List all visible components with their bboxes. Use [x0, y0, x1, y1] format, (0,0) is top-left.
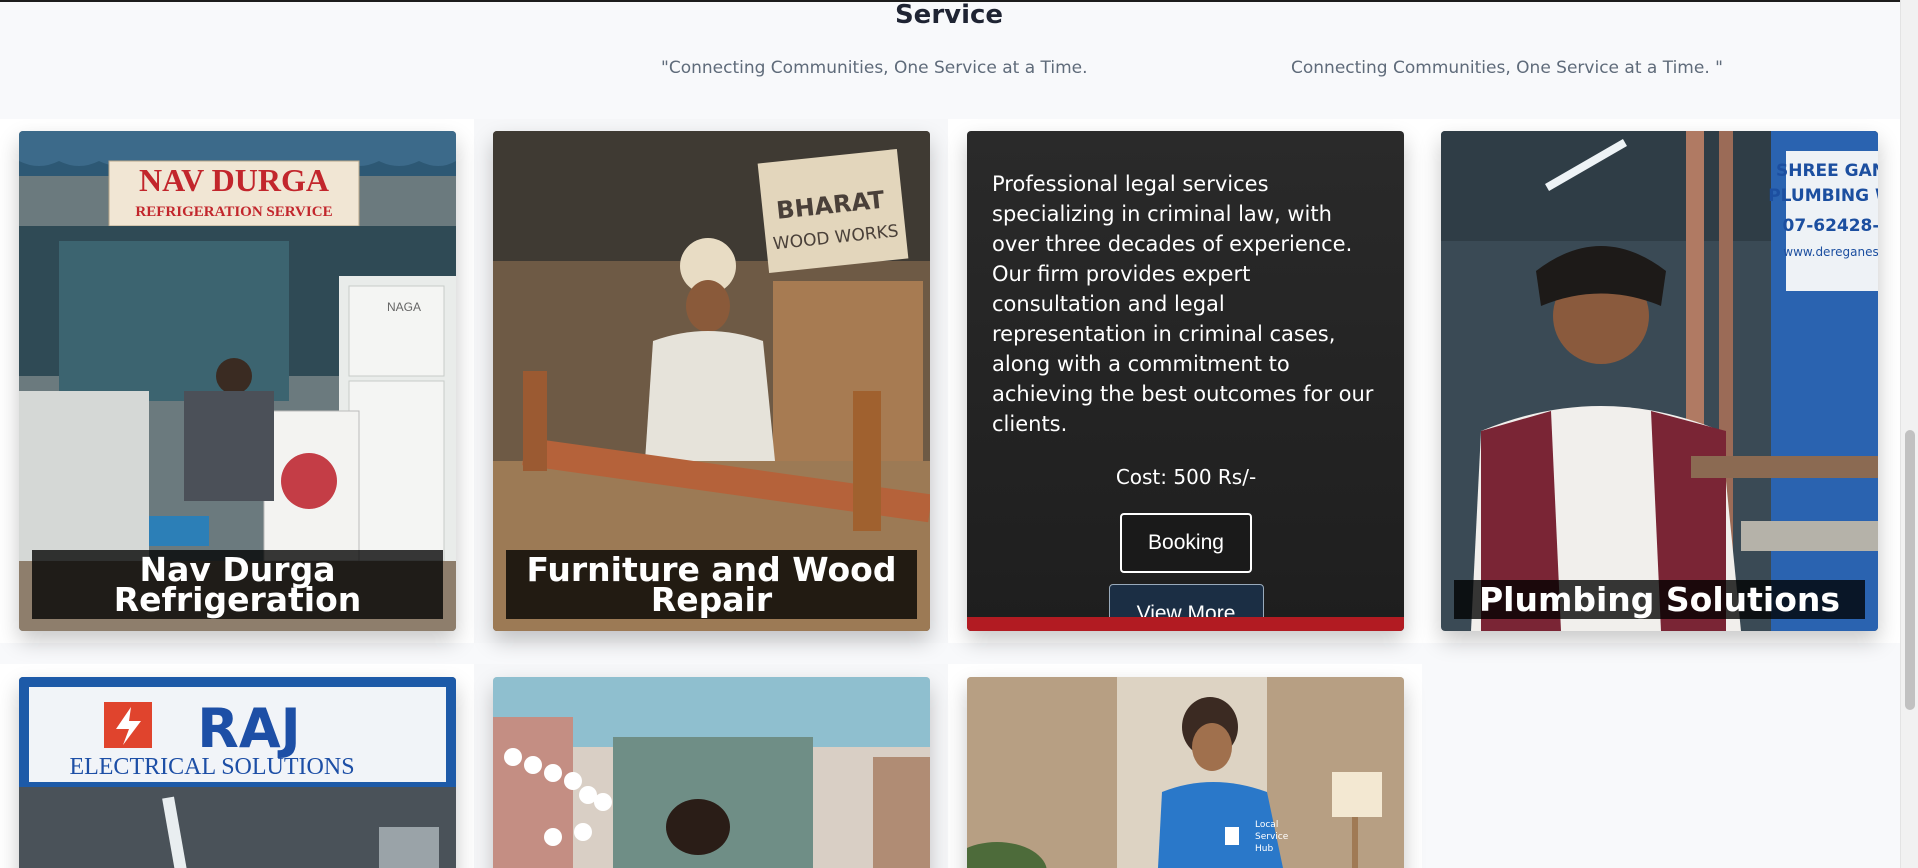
sign-text: 07-62428-	[1783, 216, 1878, 236]
service-card-plumbing[interactable]: SHREE GAN PLUMBING W 07-62428- www.dereg…	[1441, 131, 1878, 631]
shirt-text: Hub	[1255, 844, 1273, 854]
card-title: Furniture and Wood Repair	[506, 550, 917, 619]
sign-text: ELECTRICAL SOLUTIONS	[69, 754, 354, 780]
sign-text: REFRIGERATION SERVICE	[135, 204, 332, 220]
scrollbar-thumb[interactable]	[1905, 430, 1915, 710]
sign-text: www.dereganes	[1783, 245, 1878, 259]
sign-text: RAJ	[197, 697, 300, 760]
service-card-legal[interactable]: Professional legal services specializing…	[967, 131, 1404, 631]
appliance-brand: NAGA	[387, 300, 421, 314]
sign-text: SHREE GAN	[1776, 161, 1878, 181]
tagline-left: "Connecting Communities, One Service at …	[661, 58, 1088, 78]
home-service-photo: Local Service Hub	[967, 677, 1404, 868]
service-card-electrical[interactable]: RAJ ELECTRICAL SOLUTIONS	[19, 677, 456, 868]
service-card-furniture[interactable]: BHARAT WOOD WORKS Furniture and Wood Rep…	[493, 131, 930, 631]
card-title: Nav Durga Refrigeration	[32, 550, 443, 619]
plumbing-photo: SHREE GAN PLUMBING W 07-62428- www.dereg…	[1441, 131, 1878, 631]
service-card-salon[interactable]	[493, 677, 930, 868]
service-cost: Cost: 500 Rs/-	[1115, 465, 1257, 489]
shirt-text: Local	[1255, 820, 1278, 830]
section-title: Service	[894, 0, 1004, 30]
sign-text: NAV DURGA	[139, 162, 329, 198]
electrical-photo: RAJ ELECTRICAL SOLUTIONS	[19, 677, 456, 868]
scrollbar[interactable]	[1900, 0, 1918, 868]
card-details-overlay: Professional legal services specializing…	[967, 131, 1404, 631]
salon-photo	[493, 677, 930, 868]
service-card-refrigeration[interactable]: NAV DURGA REFRIGERATION SERVICE NAGA Nav…	[19, 131, 456, 631]
shirt-text: Service	[1255, 832, 1289, 842]
service-card-home[interactable]: Local Service Hub	[967, 677, 1404, 868]
tagline-right: Connecting Communities, One Service at a…	[1291, 58, 1723, 78]
card-title: Plumbing Solutions	[1454, 580, 1865, 619]
booking-button[interactable]: Booking	[1120, 513, 1252, 573]
sign-text: PLUMBING W	[1768, 186, 1878, 206]
photo-edge	[967, 617, 1404, 631]
service-description: Professional legal services specializing…	[992, 172, 1374, 436]
